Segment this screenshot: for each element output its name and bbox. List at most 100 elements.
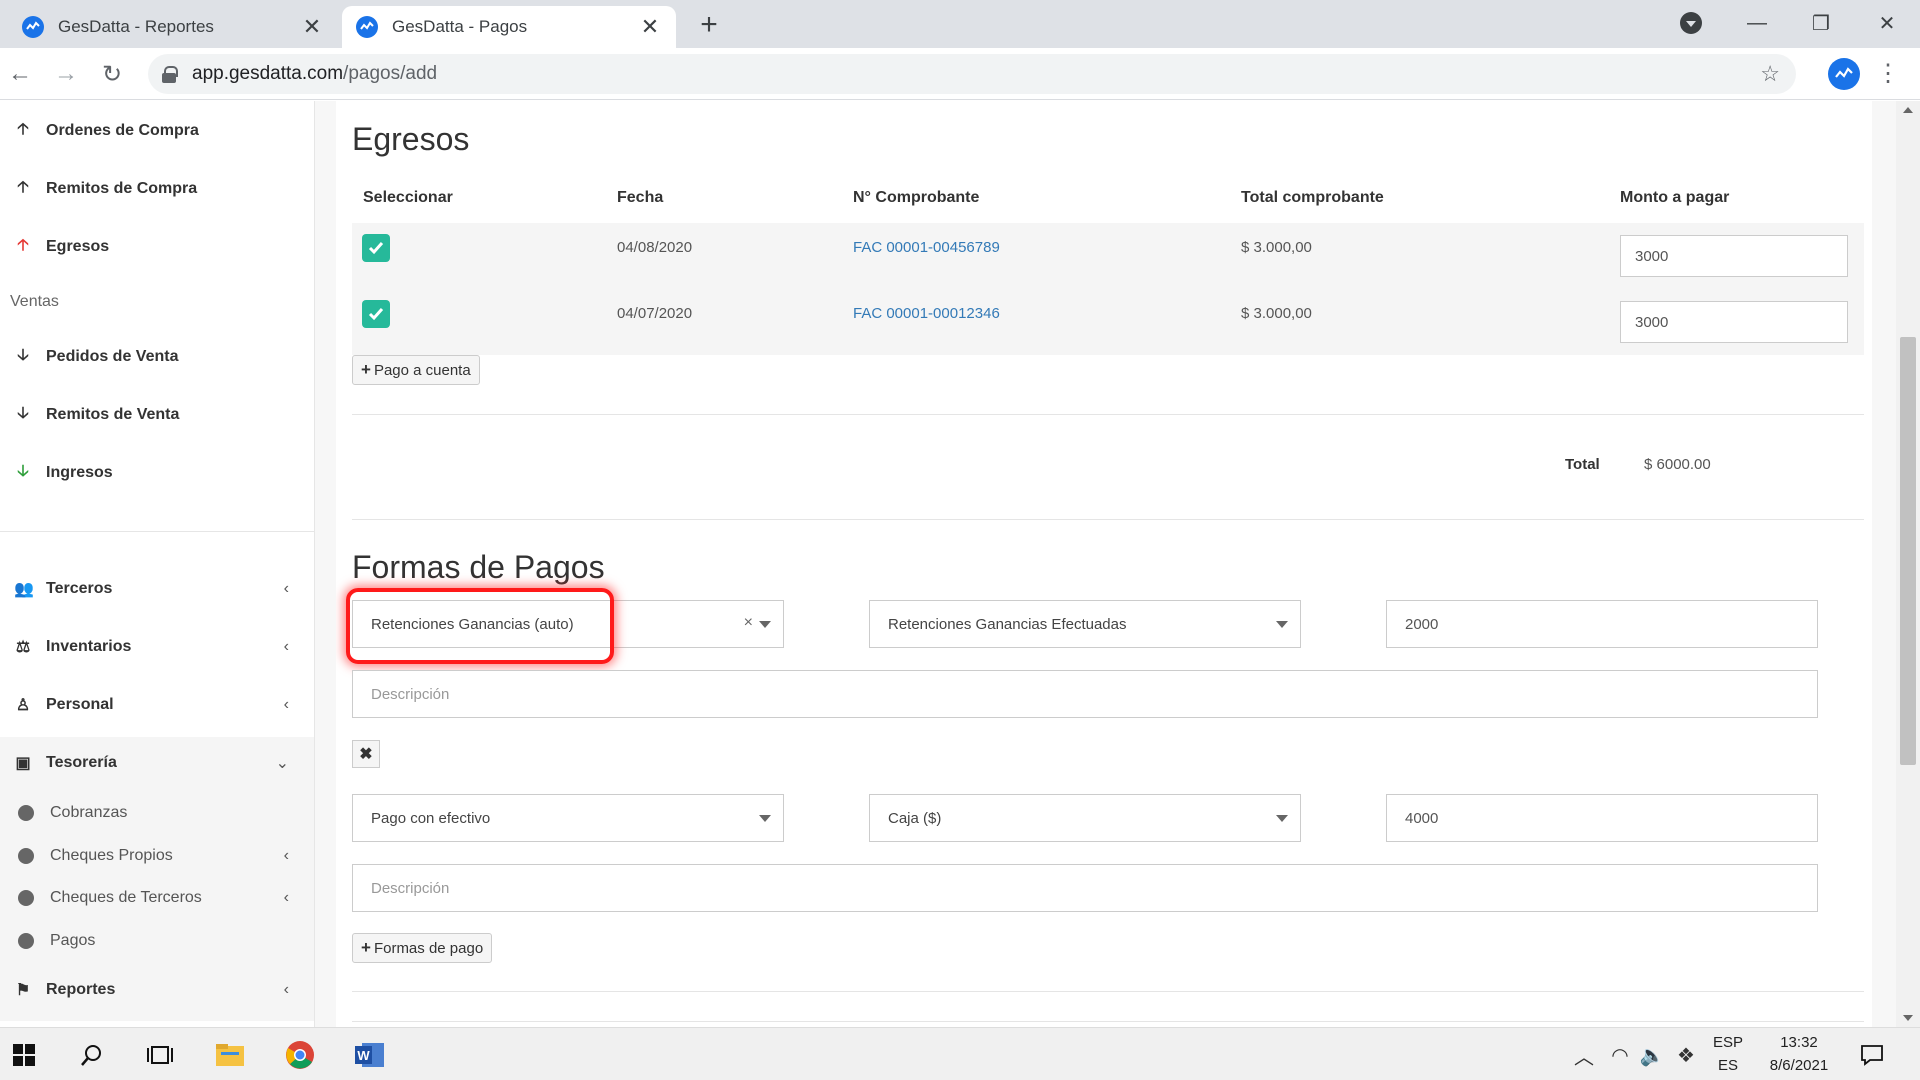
language-indicator[interactable]: ESP xyxy=(1708,1034,1748,1051)
content-gutter xyxy=(315,101,336,1027)
column-header-monto: Monto a pagar xyxy=(1620,189,1730,206)
url-host: app.gesdatta.com xyxy=(192,63,344,84)
chevron-left-icon: ‹ xyxy=(283,981,289,998)
formas-de-pago-title: Formas de Pagos xyxy=(352,549,605,585)
column-header-fecha: Fecha xyxy=(617,189,664,206)
sidebar-item-label: Remitos de Compra xyxy=(46,180,198,197)
cell-comprobante-link[interactable]: FAC 00001-00012346 xyxy=(853,305,1000,322)
checkmark-icon xyxy=(368,308,384,321)
page-scrollbar[interactable] xyxy=(1896,101,1920,1027)
profile-avatar[interactable] xyxy=(1828,58,1860,90)
windows-start-icon[interactable] xyxy=(4,1036,44,1074)
scroll-down-icon[interactable] xyxy=(1903,1015,1913,1021)
restore-icon[interactable]: ❐ xyxy=(1796,6,1846,40)
content-gutter-right xyxy=(1872,101,1896,1027)
tipo-pago-select[interactable]: Pago con efectivo xyxy=(352,794,784,842)
sidebar-subitem-cobranzas[interactable]: Cobranzas xyxy=(0,793,314,833)
browser-toolbar: ← → ↻ app.gesdatta.com/pagos/add ☆ ⋮ xyxy=(0,48,1920,100)
clock-date[interactable]: 8/6/2021 xyxy=(1754,1057,1844,1074)
close-icon[interactable]: ✕ xyxy=(300,14,324,40)
button-label: Pago a cuenta xyxy=(373,361,471,379)
sidebar-item-egresos[interactable]: 🡡 Egresos xyxy=(0,227,314,267)
sidebar-item-remitos-compra[interactable]: 🡡 Remitos de Compra xyxy=(0,169,314,209)
sidebar-subitem-cheques-propios[interactable]: Cheques Propios ‹ xyxy=(0,836,314,876)
arrow-up-icon: 🡡 xyxy=(17,120,29,138)
bookmark-star-icon[interactable]: ☆ xyxy=(1760,61,1780,87)
tab-reportes[interactable]: GesDatta - Reportes ✕ xyxy=(8,6,338,48)
add-forma-de-pago-button[interactable]: + Formas de pago xyxy=(352,933,493,963)
sidebar-item-ingresos[interactable]: 🡣 Ingresos xyxy=(0,453,314,493)
monto-field[interactable]: 4000 xyxy=(1386,794,1818,842)
gesdatta-favicon-icon xyxy=(22,16,44,38)
caret-down-icon xyxy=(759,815,771,822)
select-value: Retenciones Ganancias Efectuadas xyxy=(888,615,1127,633)
cell-total: $ 3.000,00 xyxy=(1241,239,1312,256)
file-explorer-icon[interactable] xyxy=(210,1036,250,1074)
pago-a-cuenta-button[interactable]: + Pago a cuenta xyxy=(352,355,480,385)
tab-pagos[interactable]: GesDatta - Pagos ✕ xyxy=(342,6,676,48)
menu-kebab-icon[interactable]: ⋮ xyxy=(1876,60,1900,88)
new-tab-plus-icon[interactable]: + xyxy=(694,10,724,40)
tab-title: GesDatta - Pagos xyxy=(392,17,528,36)
chrome-icon[interactable] xyxy=(280,1036,320,1074)
address-bar[interactable]: app.gesdatta.com/pagos/add ☆ xyxy=(148,54,1796,94)
cuenta-select[interactable]: Caja ($) xyxy=(869,794,1301,842)
row-select-checkbox[interactable] xyxy=(362,300,390,328)
back-arrow-icon[interactable]: ← xyxy=(4,58,36,90)
monto-input[interactable]: 3000 xyxy=(1620,301,1848,343)
lock-icon xyxy=(162,66,178,83)
sidebar-divider xyxy=(0,531,314,532)
total-label: Total xyxy=(1565,456,1600,473)
sidebar-item-label: Personal xyxy=(46,696,114,713)
arrow-down-icon: 🡣 xyxy=(17,404,29,422)
sidebar-item-reportes[interactable]: ⚑ Reportes ‹ xyxy=(0,970,314,1010)
clear-icon[interactable]: × xyxy=(744,614,753,632)
clock-time[interactable]: 13:32 xyxy=(1754,1034,1844,1051)
browser-tab-bar: GesDatta - Reportes ✕ GesDatta - Pagos ✕… xyxy=(0,0,1920,48)
sidebar-item-ordenes-compra[interactable]: 🡡 Ordenes de Compra xyxy=(0,111,314,151)
forward-arrow-icon[interactable]: → xyxy=(50,58,82,90)
sidebar-subitem-pagos[interactable]: Pagos xyxy=(0,921,314,961)
minimize-icon[interactable]: — xyxy=(1732,6,1782,40)
notification-icon[interactable] xyxy=(1852,1036,1892,1074)
descripcion-input[interactable]: Descripción xyxy=(352,670,1818,718)
word-icon[interactable]: W xyxy=(350,1036,390,1074)
search-icon[interactable] xyxy=(72,1036,112,1074)
sidebar-item-label: Terceros xyxy=(46,580,113,597)
select-value: Caja ($) xyxy=(888,809,942,827)
sidebar-item-pedidos-venta[interactable]: 🡣 Pedidos de Venta xyxy=(0,337,314,377)
descripcion-input[interactable]: Descripción xyxy=(352,864,1818,912)
tab-search-icon[interactable] xyxy=(1680,12,1702,34)
task-view-icon[interactable] xyxy=(140,1036,180,1074)
monto-field[interactable]: 2000 xyxy=(1386,600,1818,648)
column-header-total: Total comprobante xyxy=(1241,189,1384,206)
scroll-thumb[interactable] xyxy=(1900,337,1916,765)
sidebar-item-terceros[interactable]: 👥 Terceros ‹ xyxy=(0,569,314,609)
window-close-icon[interactable]: ✕ xyxy=(1862,6,1912,40)
close-icon[interactable]: ✕ xyxy=(638,14,662,40)
sidebar-subitem-cheques-terceros[interactable]: Cheques de Terceros ‹ xyxy=(0,878,314,918)
chevron-left-icon: ‹ xyxy=(283,847,289,864)
dropbox-icon[interactable]: ❖ xyxy=(1666,1036,1706,1074)
sidebar-item-remitos-venta[interactable]: 🡣 Remitos de Venta xyxy=(0,395,314,435)
svg-text:W: W xyxy=(357,1048,370,1063)
caret-down-icon xyxy=(1276,815,1288,822)
row-select-checkbox[interactable] xyxy=(362,234,390,262)
cuenta-select[interactable]: Retenciones Ganancias Efectuadas xyxy=(869,600,1301,648)
monto-input[interactable]: 3000 xyxy=(1620,235,1848,277)
sidebar-section-ventas: Ventas xyxy=(10,293,59,310)
sidebar-item-label: Cheques Propios xyxy=(50,847,173,864)
sidebar-item-personal[interactable]: ♙ Personal ‹ xyxy=(0,685,314,725)
scroll-up-icon[interactable] xyxy=(1903,107,1913,113)
caret-down-icon xyxy=(1276,621,1288,628)
url-path: /pagos/add xyxy=(343,63,438,84)
sidebar-item-inventarios[interactable]: ⚖ Inventarios ‹ xyxy=(0,627,314,667)
cell-comprobante-link[interactable]: FAC 00001-00456789 xyxy=(853,239,1000,256)
sidebar-item-label: Ingresos xyxy=(46,464,113,481)
sidebar-item-tesoreria[interactable]: ▣ Tesorería ⌄ xyxy=(0,743,314,783)
keyboard-indicator[interactable]: ES xyxy=(1708,1057,1748,1074)
gesdatta-favicon-icon xyxy=(356,16,378,38)
reload-icon[interactable]: ↻ xyxy=(96,58,128,90)
chevron-up-icon[interactable]: ︿ xyxy=(1564,1036,1604,1074)
remove-forma-button[interactable]: ✖ xyxy=(352,740,380,768)
